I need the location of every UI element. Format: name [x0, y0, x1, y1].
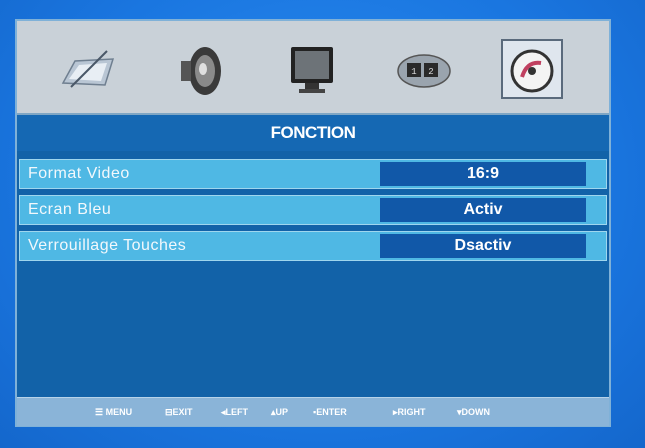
row-value[interactable]: Dsactiv — [380, 234, 586, 258]
hint-menu: ☰ MENU — [95, 407, 133, 417]
speaker-icon — [181, 47, 221, 95]
key-hint-bar: ☰ MENU ⊟EXIT ◂LEFT ▴UP ▪ENTER ▸RIGHT ▾DO… — [17, 397, 609, 426]
tab-time[interactable]: 1 2 — [393, 39, 455, 99]
hint-right: ▸RIGHT — [393, 407, 426, 417]
row-label: Format Video — [28, 165, 130, 182]
tab-screen[interactable] — [281, 39, 343, 99]
tab-sound[interactable] — [169, 39, 231, 99]
svg-text:1: 1 — [411, 67, 416, 77]
svg-text:2: 2 — [428, 67, 433, 77]
menu-tab-bar: 1 2 — [17, 21, 609, 115]
function-icon — [510, 49, 554, 93]
exit-key-icon: ⊟ — [165, 407, 173, 417]
row-value[interactable]: 16:9 — [380, 162, 586, 186]
menu-row-format-video[interactable]: Format Video 16:9 — [19, 159, 607, 189]
row-label: Verrouillage Touches — [28, 237, 187, 254]
menu-row-ecran-bleu[interactable]: Ecran Bleu Activ — [19, 195, 607, 225]
menu-key-icon: ☰ — [95, 407, 104, 417]
hint-enter: ▪ENTER — [313, 407, 347, 417]
hint-exit: ⊟EXIT — [165, 407, 193, 417]
monitor-icon — [291, 47, 333, 93]
menu-title: FONCTION — [17, 115, 609, 151]
hint-left: ◂LEFT — [221, 407, 249, 417]
picture-icon — [61, 50, 115, 88]
hint-up: ▴UP — [271, 407, 289, 417]
tab-function[interactable] — [501, 39, 563, 99]
osd-menu: 1 2 FONCTION Format Video 16:9 Ecran Ble… — [15, 19, 611, 427]
hint-down: ▾DOWN — [457, 407, 491, 417]
row-value[interactable]: Activ — [380, 198, 586, 222]
row-label: Ecran Bleu — [28, 201, 112, 218]
tv-screen: 1 2 FONCTION Format Video 16:9 Ecran Ble… — [0, 0, 645, 448]
clock-icon: 1 2 — [397, 54, 451, 88]
menu-row-verrouillage-touches[interactable]: Verrouillage Touches Dsactiv — [19, 231, 607, 261]
tab-picture[interactable] — [57, 39, 119, 99]
